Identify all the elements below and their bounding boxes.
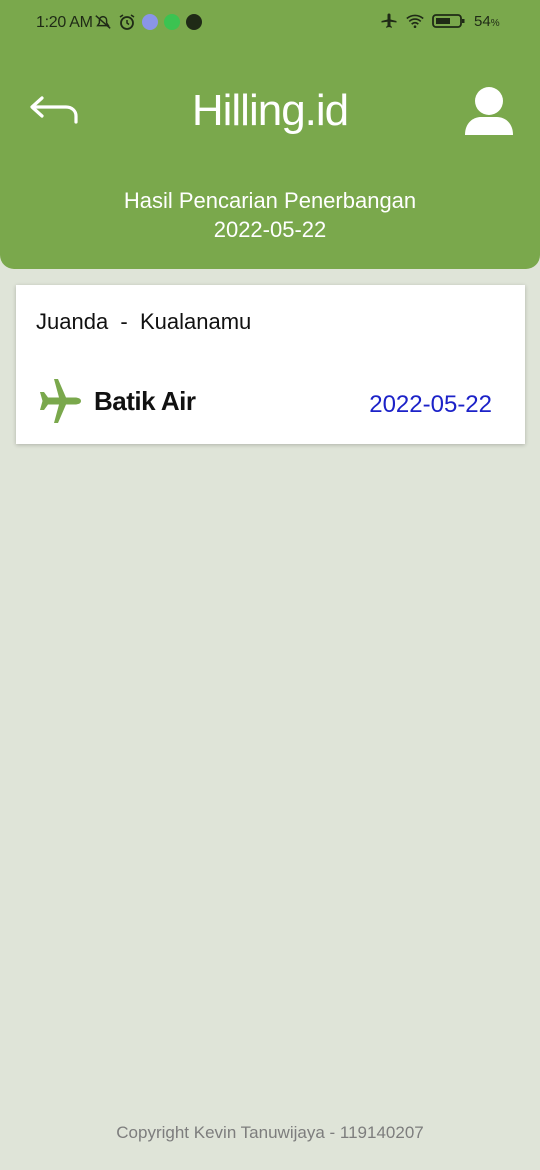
subtitle-heading: Hasil Pencarian Penerbangan [123,188,417,213]
app-title: Hilling.id [191,86,349,135]
search-result-subtitle: Hasil Pencarian Penerbangan 2022-05-22 [0,186,540,244]
user-icon [465,87,513,135]
notification-muted-icon [94,13,112,31]
airplane-icon [40,379,81,423]
flight-route: Juanda - Kualanamu [36,309,252,334]
whatsapp-icon [164,14,180,30]
status-bar: 1:20 AM 54% [0,0,540,48]
flight-search-results-screen: 1:20 AM 54% Hilling.id Hasil Pencarian P… [0,0,540,1170]
subtitle-date: 2022-05-22 [213,217,327,242]
wifi-icon [406,12,424,30]
flight-result-card[interactable]: Juanda - Kualanamu Batik Air 2022-05-22 [16,285,525,444]
status-time: 1:20 AM [36,14,93,31]
flight-date: 2022-05-22 [369,391,492,418]
battery-icon [432,12,466,30]
app-icon [186,14,202,30]
footer-copyright: Copyright Kevin Tanuwijaya - 119140207 [116,1123,424,1142]
battery-percentage: 54% [474,12,500,30]
discord-icon [142,14,158,30]
alarm-icon [118,13,136,31]
status-notification-icons [94,13,202,31]
airplane-mode-icon [380,12,398,30]
profile-button[interactable] [462,84,516,138]
status-system-icons: 54% [380,12,500,30]
app-header: 1:20 AM 54% Hilling.id Hasil Pencarian P… [0,0,540,269]
airline-name: Batik Air [94,386,196,416]
